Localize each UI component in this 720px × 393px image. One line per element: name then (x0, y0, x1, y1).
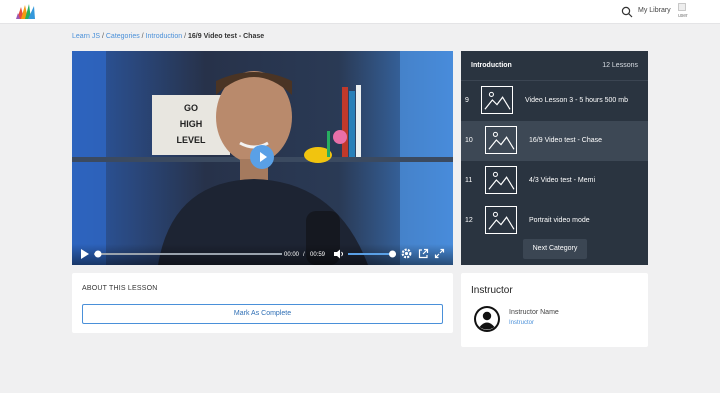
lesson-number: 12 (465, 217, 473, 224)
playlist-title: Introduction (471, 62, 512, 69)
breadcrumb-introduction[interactable]: Introduction (146, 33, 183, 40)
lesson-count: 12 Lessons (602, 62, 638, 69)
play-icon (260, 152, 267, 162)
image-placeholder-icon (485, 126, 517, 154)
image-placeholder-icon (485, 206, 517, 234)
breadcrumb-current: 16/9 Video test - Chase (188, 33, 265, 40)
sign-line-3: LEVEL (176, 135, 206, 145)
next-category-button[interactable]: Next Category (523, 239, 587, 259)
playlist-item-active[interactable]: 10 16/9 Video test - Chase (461, 121, 648, 161)
video-player[interactable]: GO HIGH LEVEL (72, 51, 453, 265)
breadcrumb-learn-js[interactable]: Learn JS (72, 33, 100, 40)
volume-handle[interactable] (389, 250, 396, 258)
volume-fill (348, 253, 394, 255)
instructor-role[interactable]: Instructor (509, 320, 534, 326)
sign-line-2: HIGH (180, 119, 203, 129)
instructor-name: Instructor Name (509, 309, 559, 316)
play-icon[interactable] (80, 248, 90, 260)
avatar[interactable]: user (678, 3, 694, 21)
volume-icon[interactable] (334, 249, 345, 259)
avatar-alt-text: user (678, 13, 688, 19)
lesson-title: 16/9 Video test - Chase (529, 137, 603, 144)
user-avatar-icon (474, 306, 500, 332)
duration: 00:59 (310, 252, 326, 258)
top-bar: My Library user (0, 0, 720, 24)
progress-bar[interactable] (94, 249, 282, 259)
player-controls: 00:00 / 00:59 (72, 244, 453, 265)
instructor-card: Instructor Instructor Name Instructor (461, 273, 648, 347)
breadcrumb-categories[interactable]: Categories (106, 33, 140, 40)
image-placeholder-icon (481, 86, 513, 114)
about-title: ABOUT THIS LESSON (82, 285, 158, 292)
playlist-item[interactable]: 12 Portrait video mode (461, 201, 648, 241)
image-placeholder-icon (485, 166, 517, 194)
playlist-item[interactable]: 11 4/3 Video test - Memi (461, 161, 648, 201)
fullscreen-icon[interactable] (434, 248, 445, 259)
my-library-link[interactable]: My Library (638, 7, 671, 14)
sign-line-1: GO (184, 103, 198, 113)
time-separator: / (303, 252, 305, 258)
instructor-title: Instructor (471, 285, 513, 296)
playlist-item[interactable]: 9 Video Lesson 3 - 5 hours 500 mb (461, 81, 648, 121)
progress-handle[interactable] (94, 250, 102, 258)
gear-icon[interactable] (401, 248, 412, 259)
broken-image-icon (678, 3, 686, 11)
big-play-button[interactable] (250, 145, 274, 169)
lesson-playlist: Introduction 12 Lessons 9 Video Lesson 3… (461, 51, 648, 265)
current-time: 00:00 (284, 252, 300, 258)
volume-slider[interactable] (348, 249, 396, 259)
lesson-title: Video Lesson 3 - 5 hours 500 mb (525, 97, 628, 104)
mark-complete-button[interactable]: Mark As Complete (82, 304, 443, 324)
breadcrumb: Learn JS / Categories / Introduction / 1… (72, 33, 264, 40)
popout-icon[interactable] (418, 248, 429, 259)
search-icon[interactable] (621, 6, 633, 18)
lesson-title: 4/3 Video test - Memi (529, 177, 596, 184)
about-lesson-card: ABOUT THIS LESSON Mark As Complete (72, 273, 453, 333)
lesson-number: 11 (465, 177, 473, 184)
playlist-header: Introduction 12 Lessons (461, 51, 648, 81)
multicolor-fan-logo-icon[interactable] (15, 3, 37, 21)
lesson-number: 9 (465, 97, 469, 104)
lesson-title: Portrait video mode (529, 217, 590, 224)
lesson-number: 10 (465, 137, 473, 144)
